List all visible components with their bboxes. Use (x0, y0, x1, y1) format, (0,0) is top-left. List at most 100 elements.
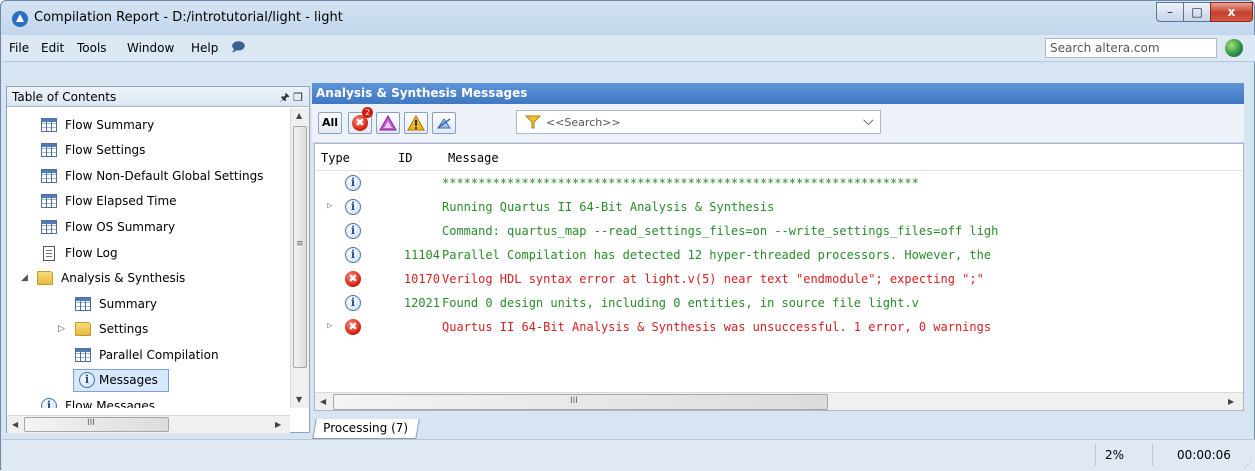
message-text: Verilog HDL syntax error at light.v(5) n… (442, 272, 984, 286)
message-row[interactable]: i 11104 Parallel Compilation has detected … (315, 244, 1243, 268)
folder-icon (75, 322, 91, 336)
table-icon (41, 194, 57, 208)
message-horizontal-scrollbar[interactable]: ◀ III ▶ (315, 392, 1243, 410)
expand-arrow-icon[interactable]: ▷ (58, 317, 65, 341)
menu-bar: File Edit Tools Window Help 🗩 Search alt… (2, 35, 1255, 62)
message-text: Found 0 design units, including 0 entiti… (442, 296, 919, 310)
close-button[interactable]: x (1210, 2, 1253, 22)
message-row[interactable]: ▷ i Running Quartus II 64-Bit Analysis & S… (315, 196, 1243, 220)
menu-window[interactable]: Window (127, 41, 174, 55)
toc-item-label: Settings (99, 322, 149, 336)
scroll-down-arrow-icon[interactable]: ▼ (296, 395, 302, 404)
table-icon (41, 118, 57, 132)
toc-header: Table of Contents 🖈 ❐ (7, 87, 309, 107)
main-window: Compilation Report - D:/introtutorial/li… (0, 0, 1255, 471)
scroll-right-arrow-icon[interactable]: ▶ (275, 420, 281, 429)
scroll-thumb[interactable]: ≡ (293, 126, 307, 368)
message-row[interactable]: i ***************************************… (315, 172, 1243, 196)
search-input[interactable]: Search altera.com (1045, 38, 1217, 58)
quartus-app-icon (11, 10, 29, 28)
scroll-left-arrow-icon[interactable]: ◀ (320, 397, 326, 406)
dropdown-chevron-icon[interactable]: ⌵ (863, 113, 874, 129)
progress-percent: 2% (1105, 448, 1125, 462)
warning-filter-button[interactable] (404, 112, 428, 134)
toc-title: Table of Contents (12, 90, 117, 104)
title-bar: Compilation Report - D:/introtutorial/li… (1, 1, 1254, 35)
toc-tree: Flow Summary Flow Settings Flow Non-Defa… (7, 108, 290, 408)
status-bar: 2% 00:00:06 ⋰ (2, 439, 1255, 471)
critical-warning-icon (379, 115, 397, 131)
message-text: Running Quartus II 64-Bit Analysis & Syn… (442, 200, 775, 214)
toc-item-label: Flow Elapsed Time (65, 194, 177, 208)
help-balloon-icon[interactable]: 🗩 (231, 38, 245, 60)
info-icon: i (345, 199, 361, 215)
message-id: 12021 (403, 296, 440, 310)
scroll-up-arrow-icon[interactable]: ▲ (296, 111, 302, 120)
warning-icon (407, 115, 425, 131)
menu-tools[interactable]: Tools (77, 41, 107, 55)
resize-grip-icon[interactable]: ⋰ (1244, 460, 1252, 469)
info-icon: i (345, 295, 361, 311)
message-id: 10170 (403, 272, 440, 286)
suppressed-filter-button[interactable] (432, 112, 456, 134)
table-icon (41, 169, 57, 183)
critical-warning-filter-button[interactable] (376, 112, 400, 134)
elapsed-time: 00:00:06 (1177, 448, 1231, 462)
column-type[interactable]: Type (321, 151, 350, 165)
message-text: Command: quartus_map --read_settings_fil… (442, 224, 999, 238)
toc-item-label: Flow Non-Default Global Settings (65, 169, 264, 183)
message-text: ****************************************… (442, 176, 919, 190)
menu-help[interactable]: Help (191, 41, 218, 55)
error-count-badge: 2 (362, 107, 373, 118)
scroll-left-arrow-icon[interactable]: ◀ (12, 420, 18, 429)
search-placeholder: <<Search>> (546, 116, 621, 129)
message-text: Parallel Compilation has detected 12 hyp… (442, 248, 992, 262)
expand-arrow-icon[interactable]: ▷ (327, 321, 332, 331)
message-row[interactable]: i 12021 Found 0 design units, including 0 … (315, 292, 1243, 316)
toc-item-label: Flow Settings (65, 143, 146, 157)
scroll-right-arrow-icon[interactable]: ▶ (1228, 397, 1234, 406)
toc-item-label: Flow Messages (65, 399, 156, 408)
table-icon (41, 220, 57, 234)
suppressed-message-icon (437, 118, 451, 129)
message-row[interactable]: ▷ ✖ Quartus II 64-Bit Analysis & Synthesis… (315, 316, 1243, 340)
toc-horizontal-scrollbar[interactable]: ◀ III ▶ (7, 415, 290, 433)
globe-icon[interactable] (1225, 39, 1243, 57)
menu-edit[interactable]: Edit (41, 41, 64, 55)
info-icon: i (345, 247, 361, 263)
pin-icon[interactable]: 🖈 ❐ (279, 89, 303, 108)
tab-processing[interactable]: Processing (7) (312, 419, 420, 439)
show-all-button[interactable]: All (318, 112, 342, 134)
toc-item-label: Analysis & Synthesis (61, 271, 186, 285)
toc-item-label: Parallel Compilation (99, 348, 219, 362)
grip-icon: III (570, 396, 578, 406)
error-icon: ✖ (345, 319, 361, 335)
collapse-arrow-icon[interactable]: ◢ (21, 266, 28, 290)
info-icon: i (345, 223, 361, 239)
grip-icon: III (87, 418, 95, 428)
message-row[interactable]: ✖ 10170 Verilog HDL syntax error at light.… (315, 268, 1243, 292)
info-icon: i (79, 372, 95, 388)
error-filter-button[interactable]: ✖ 2 (348, 107, 373, 134)
toc-vertical-scrollbar[interactable]: ▲ ≡ ▼ (290, 108, 309, 408)
messages-toolbar: All ✖ 2 <<Search>> ⌵ (312, 104, 1244, 143)
menu-file[interactable]: File (9, 41, 29, 55)
scroll-thumb[interactable]: III (24, 417, 169, 432)
column-message[interactable]: Message (448, 151, 499, 165)
toc-item-messages-selected[interactable]: i Messages (7, 368, 290, 392)
document-icon (43, 246, 55, 261)
message-id: 11104 (403, 248, 440, 262)
table-icon (41, 143, 57, 157)
pane-title: Analysis & Synthesis Messages (312, 83, 1244, 104)
column-id[interactable]: ID (398, 151, 412, 165)
message-search-field[interactable]: <<Search>> ⌵ (516, 110, 881, 134)
error-icon: ✖ (345, 271, 361, 287)
scroll-thumb[interactable]: III (333, 394, 828, 410)
minimize-button[interactable]: – (1156, 2, 1184, 22)
expand-arrow-icon[interactable]: ▷ (327, 201, 332, 211)
folder-open-icon (37, 271, 53, 285)
toc-item-label: Flow Summary (65, 118, 155, 132)
maximize-button[interactable]: □ (1183, 2, 1211, 22)
message-text: Quartus II 64-Bit Analysis & Synthesis w… (442, 320, 992, 334)
message-row[interactable]: i Command: quartus_map --read_settings_fi… (315, 220, 1243, 244)
